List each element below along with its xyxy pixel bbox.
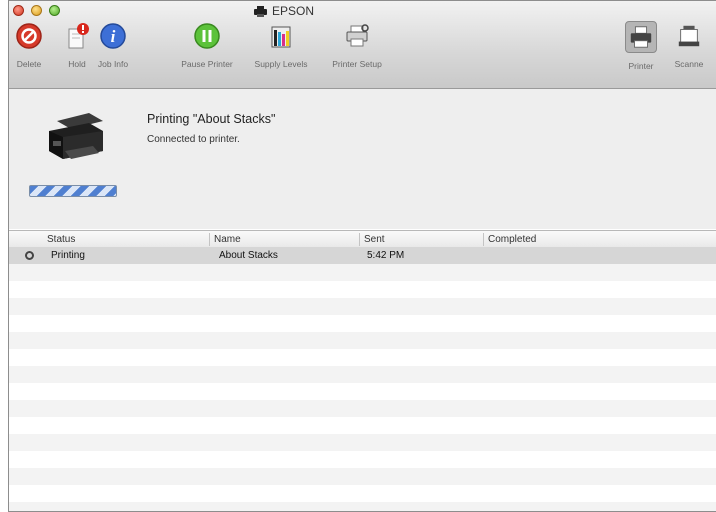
supply-levels-label: Supply Levels [254,59,308,69]
printer-label: Printer [628,61,654,71]
job-info-label: Job Info [97,59,129,69]
scanner-label: Scanne [674,59,704,69]
title-bar: EPSON Delete Hold i Job Info Pause Print… [9,1,716,89]
job-status-icon [25,251,34,260]
printer-setup-icon [342,21,372,51]
job-info-button[interactable]: i Job Info [93,21,133,69]
printer-setup-button[interactable]: Printer Setup [325,21,389,69]
column-header-sent[interactable]: Sent [359,233,385,246]
column-header-name[interactable]: Name [209,233,241,246]
job-title: Printing "About Stacks" [147,112,276,126]
job-status-panel: Printing "About Stacks" Connected to pri… [9,89,716,229]
printer-icon [625,21,657,53]
supply-levels-icon [266,21,296,51]
row-sent: 5:42 PM [367,250,405,261]
pause-printer-button[interactable]: Pause Printer [175,21,239,69]
svg-text:i: i [111,27,116,46]
row-status: Printing [51,250,85,261]
printer-small-icon [254,5,267,17]
close-window-button[interactable] [13,5,24,16]
job-list: Printing About Stacks 5:42 PM [9,247,716,511]
delete-button[interactable]: Delete [13,21,45,69]
printer-image [49,113,103,159]
hold-button[interactable]: Hold [61,21,93,69]
scanner-icon [674,21,704,51]
progress-bar [29,185,117,197]
print-queue-window: EPSON Delete Hold i Job Info Pause Print… [8,0,716,512]
info-icon: i [98,21,128,51]
job-status-text: Connected to printer. [147,134,240,145]
printer-setup-label: Printer Setup [332,59,382,69]
table-row[interactable]: Printing About Stacks 5:42 PM [9,247,716,264]
hold-label: Hold [68,59,86,69]
zoom-window-button[interactable] [49,5,60,16]
pause-icon [192,21,222,51]
column-header-status[interactable]: Status [47,233,75,246]
scanner-button[interactable]: Scanne [671,21,707,69]
hold-icon [62,21,92,51]
minimize-window-button[interactable] [31,5,42,16]
pause-printer-label: Pause Printer [181,59,233,69]
printer-button[interactable]: Printer [623,21,659,71]
window-controls [13,5,60,16]
window-title-text: EPSON [272,4,315,18]
table-header: Status Name Sent Completed [9,230,716,248]
delete-label: Delete [16,59,42,69]
supply-levels-button[interactable]: Supply Levels [249,21,313,69]
delete-icon [14,21,44,51]
window-title: EPSON [254,4,314,18]
row-name: About Stacks [219,250,278,261]
column-header-completed[interactable]: Completed [483,233,536,246]
